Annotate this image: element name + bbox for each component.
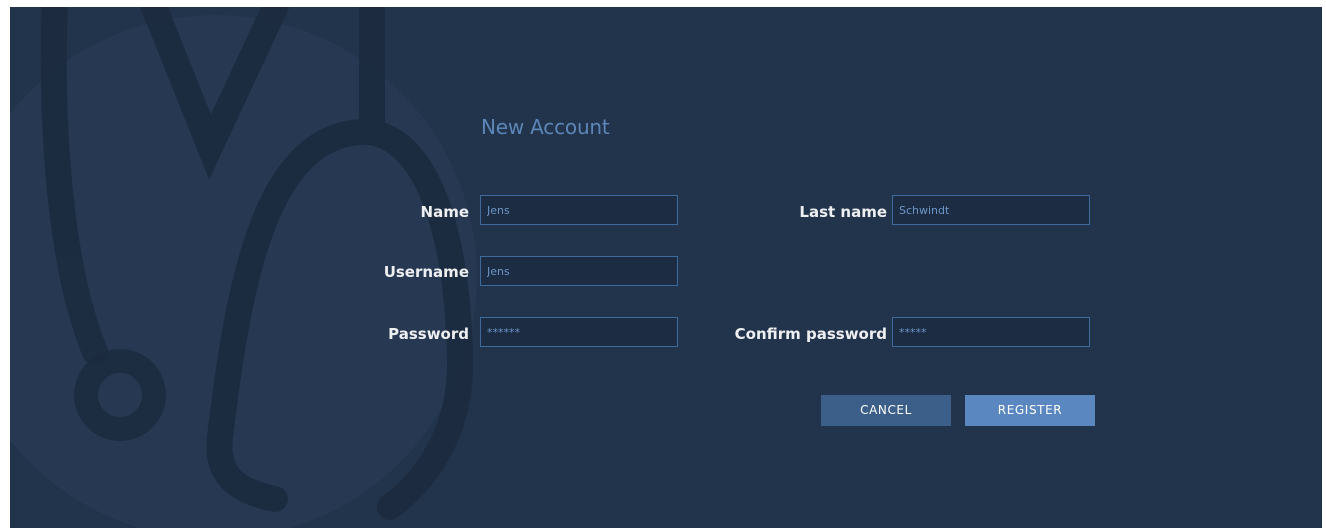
name-label: Name [420, 203, 469, 221]
username-field[interactable] [480, 256, 678, 286]
password-label: Password [388, 325, 469, 343]
register-button[interactable]: REGISTER [965, 395, 1095, 426]
app-window: New Account Name Last name Username Pass… [10, 7, 1322, 528]
cancel-button[interactable]: CANCEL [821, 395, 951, 426]
last-name-field[interactable] [892, 195, 1090, 225]
last-name-label: Last name [799, 203, 887, 221]
password-field[interactable] [480, 317, 678, 347]
page-title: New Account [481, 115, 610, 139]
name-field[interactable] [480, 195, 678, 225]
confirm-password-label: Confirm password [734, 325, 887, 343]
confirm-password-field[interactable] [892, 317, 1090, 347]
username-label: Username [383, 263, 469, 281]
